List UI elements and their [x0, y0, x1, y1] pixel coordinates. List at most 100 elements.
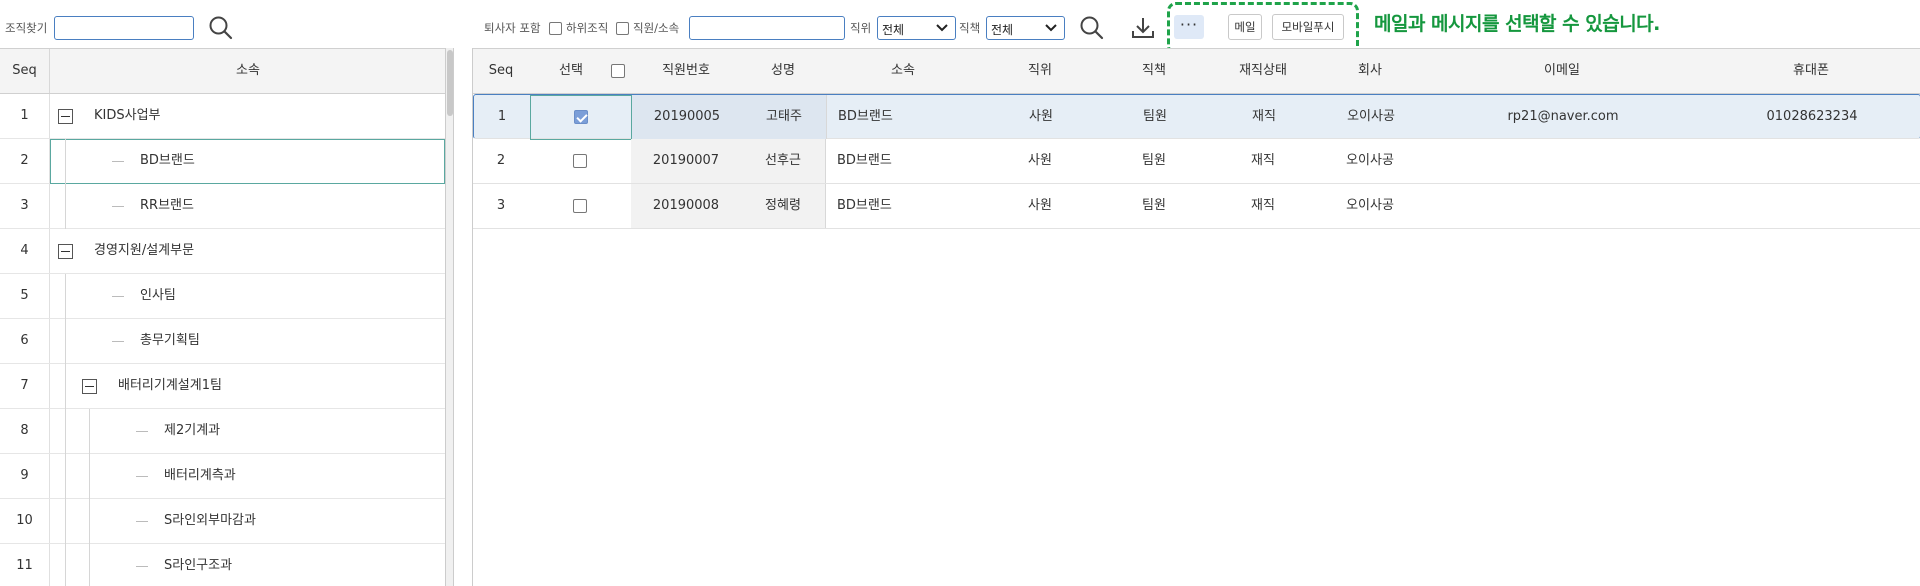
position-select[interactable]: 전체	[877, 16, 956, 40]
tree-guide-line	[65, 139, 66, 229]
table-row[interactable]: 2 20190007 선후근 BD브랜드 사원 팀원 재직 오이사공	[473, 139, 1920, 184]
org-tree-row[interactable]: 9 배터리계측과	[0, 454, 445, 499]
cell-org: BD브랜드	[837, 198, 892, 213]
cell-duty: 팀원	[1142, 198, 1166, 213]
cell-seq: 3	[496, 198, 506, 213]
collapse-icon[interactable]	[58, 244, 73, 259]
column-divider	[825, 184, 826, 228]
org-tree-row[interactable]: 8 제2기계과	[0, 409, 445, 454]
cell-status: 재직	[1252, 109, 1276, 124]
include-retired-checkbox[interactable]	[549, 22, 562, 35]
tree-guide-line	[89, 409, 90, 586]
row-seq: 5	[0, 274, 50, 318]
toolbar: 조직찾기 퇴사자 포함 하위조직 직원/소속 직위 전체 직책 전체 ··· 메…	[0, 0, 1920, 55]
org-tree-panel: Seq 소속 1 KIDS사업부 2 BD브랜드 3 RR브랜드 4 경영지원/설계부문 5 인사…	[0, 48, 446, 586]
org-tree-header-org: 소속	[236, 63, 260, 78]
download-icon[interactable]	[1130, 15, 1156, 41]
annotation-text: 메일과 메시지를 선택할 수 있습니다.	[1374, 13, 1660, 35]
org-tree-row[interactable]: 2 BD브랜드	[0, 139, 445, 184]
org-tree-row[interactable]: 10 S라인외부마감과	[0, 499, 445, 544]
row-select-checkbox[interactable]	[573, 199, 587, 213]
sub-org-checkbox[interactable]	[616, 22, 629, 35]
cell-emp-no: 20190008	[652, 198, 720, 213]
org-search-label: 조직찾기	[5, 21, 48, 35]
cell-seq: 1	[497, 109, 507, 124]
org-name: S라인구조과	[164, 558, 233, 573]
org-tree-row[interactable]: 6 총무기획팀	[0, 319, 445, 364]
cell-emp-no: 20190005	[653, 109, 721, 124]
select-all-checkbox[interactable]	[611, 64, 625, 78]
org-name: RR브랜드	[140, 198, 194, 213]
selected-cell-border	[50, 139, 445, 184]
org-tree-row[interactable]: 5 인사팀	[0, 274, 445, 319]
tree-connector	[136, 476, 148, 477]
cell-name: 고태주	[766, 109, 802, 124]
chevron-down-icon	[1045, 24, 1057, 32]
org-name: S라인외부마감과	[164, 513, 256, 528]
column-header-duty: 직책	[1142, 63, 1166, 78]
tree-connector	[136, 521, 148, 522]
column-header-position: 직위	[1028, 63, 1052, 78]
cell-status: 재직	[1251, 153, 1275, 168]
search-icon[interactable]	[1079, 15, 1105, 41]
cell-email	[1423, 139, 1701, 183]
duty-select[interactable]: 전체	[986, 16, 1065, 40]
org-search-icon[interactable]	[208, 15, 234, 41]
chevron-down-icon	[936, 24, 948, 32]
column-divider	[826, 95, 827, 139]
cell-emp-no: 20190007	[652, 153, 720, 168]
cell-position: 사원	[1028, 153, 1052, 168]
duty-label: 직책	[959, 21, 981, 35]
row-seq: 1	[0, 94, 50, 138]
column-header-emp-no: 직원번호	[662, 63, 710, 78]
row-seq: 11	[0, 544, 50, 586]
cell-phone	[1701, 184, 1920, 228]
table-row[interactable]: 1 20190005 고태주 BD브랜드 사원 팀원 재직 오이사공 rp21@naver.co…	[473, 94, 1920, 140]
cell-duty: 팀원	[1143, 109, 1167, 124]
org-name: 총무기획팀	[140, 333, 200, 348]
tree-guide-line	[65, 274, 66, 586]
emp-org-label: 직원/소속	[633, 21, 680, 35]
column-header-select: 선택	[559, 63, 583, 78]
org-tree-row[interactable]: 11 S라인구조과	[0, 544, 445, 586]
column-header-email: 이메일	[1544, 63, 1580, 78]
row-select-checkbox[interactable]	[573, 154, 587, 168]
cell-position: 사원	[1028, 198, 1052, 213]
org-name: 인사팀	[140, 288, 176, 303]
org-tree-header: Seq 소속	[0, 48, 445, 94]
org-tree-scrollbar[interactable]	[446, 48, 454, 586]
cell-name: 선후근	[765, 153, 801, 168]
cell-org: BD브랜드	[838, 109, 893, 124]
row-seq: 2	[0, 139, 50, 183]
org-search-input[interactable]	[54, 16, 194, 40]
collapse-icon[interactable]	[58, 109, 73, 124]
org-name: 경영지원/설계부문	[94, 243, 195, 258]
column-divider	[825, 139, 826, 183]
cell-email	[1423, 184, 1701, 228]
org-tree-row[interactable]: 1 KIDS사업부	[0, 94, 445, 139]
collapse-icon[interactable]	[82, 379, 97, 394]
cell-position: 사원	[1029, 109, 1053, 124]
row-seq: 7	[0, 364, 50, 408]
tree-connector	[112, 341, 124, 342]
org-name: 배터리계측과	[164, 468, 236, 483]
org-tree-row[interactable]: 7 배터리기계설계1팀	[0, 364, 445, 409]
cell-name: 정혜령	[765, 198, 801, 213]
column-header-seq: Seq	[488, 63, 514, 78]
scrollbar-thumb[interactable]	[447, 50, 453, 116]
tree-connector	[112, 206, 124, 207]
table-row[interactable]: 3 20190008 정혜령 BD브랜드 사원 팀원 재직 오이사공	[473, 184, 1920, 229]
employee-grid-header: Seq 선택 직원번호 성명 소속 직위 직책 재직상태 회사 이메일 휴대폰	[473, 48, 1920, 94]
position-select-value: 전체	[882, 23, 905, 37]
column-header-phone: 휴대폰	[1793, 63, 1829, 78]
emp-org-search-input[interactable]	[689, 16, 845, 40]
org-tree-header-seq: Seq	[0, 49, 50, 93]
org-tree-row[interactable]: 3 RR브랜드	[0, 184, 445, 229]
cell-phone	[1701, 139, 1920, 183]
row-seq: 4	[0, 229, 50, 273]
column-header-name: 성명	[771, 63, 795, 78]
row-seq: 6	[0, 319, 50, 363]
sub-org-label: 하위조직	[566, 21, 609, 35]
tree-connector	[136, 431, 148, 432]
org-tree-row[interactable]: 4 경영지원/설계부문	[0, 229, 445, 274]
